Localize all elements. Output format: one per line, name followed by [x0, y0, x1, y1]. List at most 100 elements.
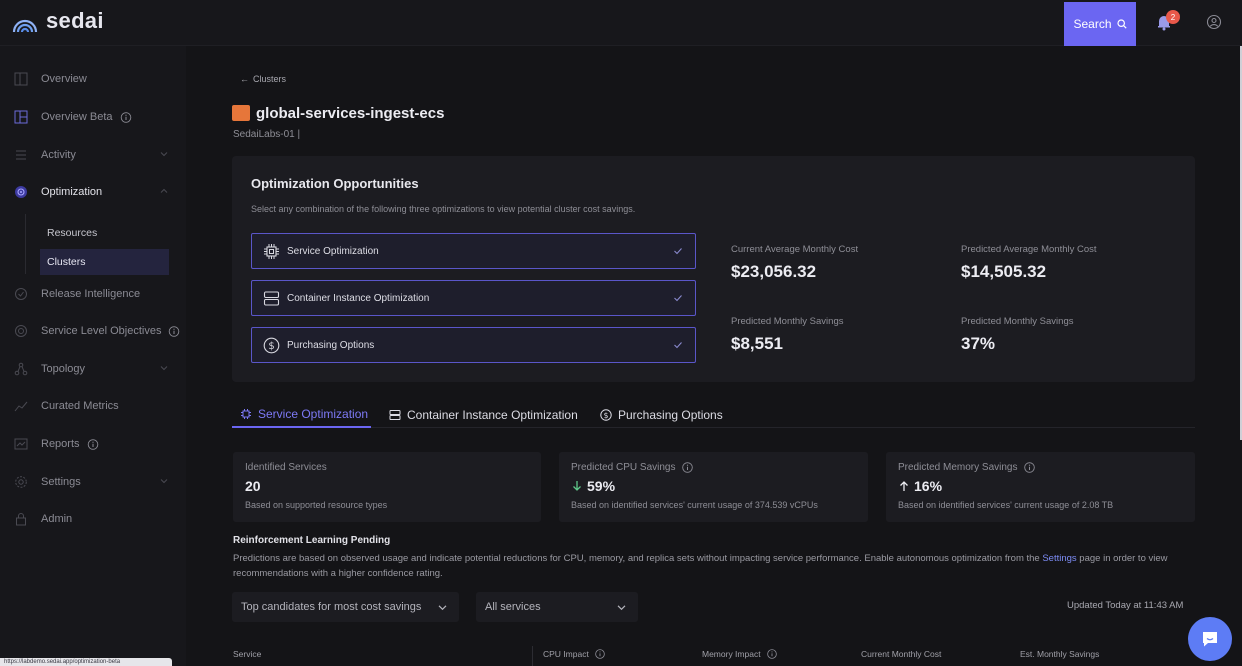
sidebar-subitem-label: Resources: [47, 227, 98, 239]
sort-dropdown[interactable]: Top candidates for most cost savings: [232, 592, 459, 622]
stat-value-text: 59%: [587, 478, 616, 494]
sidebar-subitem-label: Clusters: [47, 256, 86, 268]
info-icon[interactable]: [167, 325, 181, 337]
user-account-icon[interactable]: [1206, 14, 1222, 30]
stat-value: 59%: [571, 478, 615, 494]
column-header-memory-impact[interactable]: Memory Impact: [702, 649, 777, 659]
sidebar-subitem-resources[interactable]: Resources: [40, 220, 169, 246]
sidebar-item-overview[interactable]: Overview: [0, 64, 186, 94]
search-button-label: Search: [1073, 17, 1112, 31]
gear-icon: [15, 476, 27, 488]
stat-label: Predicted CPU Savings: [571, 462, 693, 473]
dashboard-icon: [14, 72, 28, 86]
info-icon[interactable]: [595, 649, 605, 659]
column-header-service[interactable]: Service: [233, 649, 261, 659]
dollar-circle-icon: $: [263, 337, 280, 353]
server-icon: [263, 290, 280, 306]
main-content: ← Clusters global-services-ingest-ecs Se…: [186, 46, 1242, 666]
column-header-label: Current Monthly Cost: [861, 649, 942, 659]
sidebar-item-reports[interactable]: Reports: [0, 429, 186, 459]
logo[interactable]: sedai: [10, 6, 104, 36]
panel-description: Select any combination of the following …: [251, 204, 636, 214]
sidebar-item-label: Curated Metrics: [41, 400, 119, 412]
topology-icon: [14, 362, 28, 376]
tab-service-optimization[interactable]: Service Optimization: [232, 402, 371, 428]
search-icon: [1116, 19, 1127, 29]
metric-label-savings-amount: Predicted Monthly Savings: [731, 316, 844, 327]
reports-icon: [14, 438, 28, 450]
info-icon[interactable]: [86, 438, 100, 450]
stat-note: Based on identified services' current us…: [571, 500, 818, 510]
metric-label-savings-percent: Predicted Monthly Savings: [961, 316, 1074, 327]
stat-label: Predicted Memory Savings: [898, 462, 1035, 473]
stat-value-text: 20: [245, 478, 261, 494]
chevron-up-icon: [160, 188, 168, 193]
check-icon: [674, 342, 682, 349]
tab-container-instance-optimization[interactable]: Container Instance Optimization: [389, 402, 578, 428]
option-container-instance-optimization[interactable]: Container Instance Optimization: [251, 280, 696, 316]
info-icon[interactable]: [1023, 462, 1035, 473]
sidebar-item-topology[interactable]: Topology: [0, 354, 186, 384]
tab-purchasing-options[interactable]: $ Purchasing Options: [600, 402, 723, 428]
optimization-opportunities-panel: Optimization Opportunities Select any co…: [232, 156, 1195, 382]
metric-value-current-cost: $23,056.32: [731, 262, 817, 281]
sidebar-item-settings[interactable]: Settings: [0, 467, 186, 497]
stat-card-memory-savings: Predicted Memory Savings 16% Based on id…: [886, 452, 1195, 522]
option-label: Service Optimization: [287, 245, 379, 257]
info-icon[interactable]: [119, 111, 133, 123]
top-bar: sedai Search 2: [0, 0, 1242, 46]
settings-link[interactable]: Settings: [1042, 553, 1076, 564]
sidebar-item-label: Reports: [41, 438, 80, 450]
stat-note: Based on identified services' current us…: [898, 500, 1114, 510]
scope-dropdown[interactable]: All services: [476, 592, 638, 622]
stat-label-text: Predicted Memory Savings: [898, 462, 1018, 473]
sidebar-item-label: Admin: [41, 513, 73, 525]
sidebar-item-overview-beta[interactable]: Overview Beta: [0, 102, 186, 132]
svg-text:$: $: [268, 341, 274, 352]
ecs-cluster-icon: [232, 105, 250, 121]
sidebar-item-label: Service Level Objectives: [41, 325, 162, 337]
chevron-down-icon: [160, 479, 168, 484]
sidebar-item-activity[interactable]: Activity: [0, 140, 186, 170]
sidebar-item-curated-metrics[interactable]: Curated Metrics: [0, 391, 186, 421]
breadcrumb-clusters[interactable]: Clusters: [253, 74, 286, 84]
info-icon[interactable]: [766, 649, 777, 659]
sidebar-item-label: Release Intelligence: [41, 288, 141, 300]
sidebar-item-release-intelligence[interactable]: Release Intelligence: [0, 279, 186, 309]
lock-icon: [16, 513, 26, 526]
chat-bubble-icon: [1203, 632, 1217, 647]
option-label: Container Instance Optimization: [287, 292, 430, 304]
option-purchasing-options[interactable]: $ Purchasing Options: [251, 327, 696, 363]
tab-label: Service Optimization: [258, 407, 369, 421]
stat-card-identified-services: Identified Services 20 Based on supporte…: [233, 452, 541, 522]
rl-pending-title: Reinforcement Learning Pending: [233, 535, 391, 546]
page-title: global-services-ingest-ecs: [256, 105, 445, 122]
sedai-logo-icon: [12, 19, 38, 33]
cpu-chip-icon: [264, 243, 279, 259]
sidebar-item-label: Activity: [41, 149, 76, 161]
chat-support-button[interactable]: [1188, 617, 1232, 661]
info-icon[interactable]: [681, 462, 693, 473]
column-header-current-monthly-cost[interactable]: Current Monthly Cost: [861, 649, 941, 659]
sidebar-item-slo[interactable]: Service Level Objectives: [0, 316, 186, 346]
option-service-optimization[interactable]: Service Optimization: [251, 233, 696, 269]
notification-badge: 2: [1166, 10, 1180, 24]
search-button[interactable]: Search: [1064, 2, 1136, 46]
arrow-down-icon: [573, 481, 581, 491]
optimization-icon: [15, 186, 27, 198]
tab-label: Container Instance Optimization: [407, 408, 578, 422]
breadcrumb[interactable]: ← Clusters: [240, 74, 286, 84]
column-header-cpu-impact[interactable]: CPU Impact: [543, 649, 605, 659]
list-icon: [16, 150, 26, 160]
column-header-label: Memory Impact: [702, 649, 761, 659]
check-icon: [674, 248, 682, 255]
sidebar-item-admin[interactable]: Admin: [0, 504, 186, 534]
column-header-est-monthly-savings[interactable]: Est. Monthly Savings: [1020, 649, 1099, 659]
sidebar-item-label: Overview: [41, 73, 87, 85]
arrow-up-icon: [900, 481, 908, 491]
metric-label-current-cost: Current Average Monthly Cost: [731, 244, 859, 255]
check-icon: [674, 295, 682, 302]
sidebar-subitem-clusters[interactable]: Clusters: [40, 249, 169, 275]
sidebar-item-optimization[interactable]: Optimization: [0, 177, 186, 207]
release-icon: [15, 288, 27, 300]
